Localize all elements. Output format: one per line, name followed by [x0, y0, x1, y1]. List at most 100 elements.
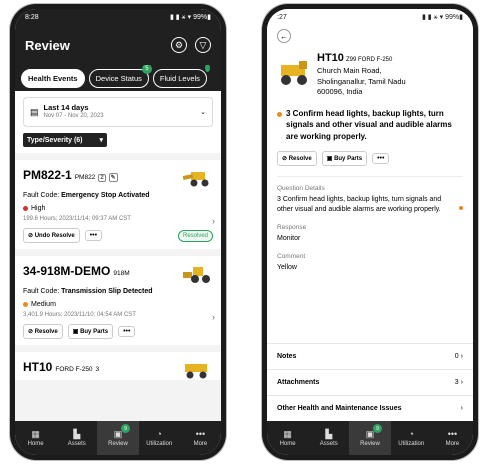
comment-value: Yellow [277, 264, 297, 272]
equipment-id: PM822-1 [23, 168, 72, 182]
nav-review[interactable]: ▣ 9 Review [97, 421, 139, 455]
phone-right: :27 ▮ ▮ ⚹ ▾ 99%▮ ← HT10 Z99 FORD F-250 C… [262, 4, 478, 460]
undo-resolve-button[interactable]: ⊘ Undo Resolve [23, 228, 80, 243]
button-label: Resolve [34, 329, 58, 335]
severity-dot [23, 206, 28, 211]
resolved-badge: Resolved [177, 230, 213, 242]
attachments-row[interactable]: Attachments 3 › [267, 369, 473, 395]
fault-label: Fault Code: [23, 192, 60, 199]
other-issues-row[interactable]: Other Health and Maintenance Issues › [267, 395, 473, 421]
type-severity-filter[interactable]: Type/Severity (6) ▾ [23, 133, 107, 147]
count-badge [204, 65, 210, 72]
filters: ▤ Last 14 days Nov 07 - Nov 20, 2023 ⌄ T… [15, 91, 221, 153]
severity-label: High [31, 205, 46, 212]
bottom-nav: ▦ Home ▙ Assets ▣ 9 Review ◔ Utilization ••• M… [15, 421, 221, 455]
undo-icon: ⊘ [28, 233, 34, 239]
home-icon: ▦ [283, 428, 292, 439]
resolve-button[interactable]: ⊘ Resolve [277, 150, 317, 166]
more-icon: ••• [447, 428, 458, 439]
status-icons: ▮ ▮ ⚹ ▾ 99%▮ [421, 13, 463, 21]
status-icons: ▮ ▮ ⚹ ▾ 99%▮ [169, 13, 211, 21]
status-bar: 8:28 ▮ ▮ ⚹ ▾ 99%▮ [15, 9, 221, 25]
review-screen: 8:28 ▮ ▮ ⚹ ▾ 99%▮ Review ⚙ ▽ Health Even… [15, 9, 221, 455]
severity-label: Medium [31, 301, 56, 308]
nav-label: Assets [319, 440, 338, 447]
nav-more[interactable]: ••• More [432, 428, 473, 447]
row-count: 3 [454, 379, 459, 386]
event-card[interactable]: 34-918M-DEMO 918M Fault Code: Transmissio… [15, 256, 221, 345]
date-range-title: Last 14 days [43, 103, 89, 113]
nav-home[interactable]: ▦ Home [15, 429, 56, 447]
nav-label: More [193, 440, 208, 447]
filter-icon[interactable]: ▽ [195, 37, 211, 53]
tab-label: Fluid Levels [159, 73, 200, 83]
event-card[interactable]: PM822-1 PM822 2 ✎ Fault Code: Emergency Sto… [15, 160, 221, 249]
nav-label: Utilization [398, 440, 425, 447]
fault-label: Fault Code: [23, 288, 60, 295]
buy-parts-button[interactable]: ▣ Buy Parts [67, 324, 114, 339]
equipment-model: 918M [113, 270, 130, 277]
gauge-icon: ◔ [156, 428, 162, 439]
address-line: 600096, India [317, 87, 363, 97]
response-label: Response [277, 223, 307, 231]
date-range-selector[interactable]: ▤ Last 14 days Nov 07 - Nov 20, 2023 ⌄ [23, 97, 213, 127]
nav-review[interactable]: ▣ 9 Review [349, 421, 391, 455]
hours-timestamp: 199.6 Hours; 2023/11/14; 09:37 AM CST [23, 216, 131, 222]
nav-home[interactable]: ▦ Home [267, 428, 308, 447]
buy-parts-button[interactable]: ▣ Buy Parts [321, 150, 368, 166]
more-options-button[interactable]: ••• [84, 230, 103, 241]
check-icon: ⊘ [28, 329, 34, 335]
severity-dot [277, 111, 282, 117]
nav-assets[interactable]: ▙ Assets [308, 428, 349, 447]
bottom-nav: ▦ Home ▙ Assets ▣ 9 Review ◔ Utilization ••• M… [267, 421, 473, 455]
tab-health-events[interactable]: Health Events [21, 68, 85, 88]
row-count: 0 [454, 353, 459, 360]
tab-fluid-levels[interactable]: Fluid Levels [152, 65, 210, 88]
more-options-button[interactable]: ••• [372, 152, 390, 164]
chevron-down-icon: ▾ [99, 137, 103, 144]
button-label: Resolve [288, 155, 312, 162]
status-time: 8:28 [25, 13, 39, 21]
tab-label: Device Status [95, 73, 142, 83]
chevron-right-icon: › [460, 405, 463, 412]
fault-code: Emergency Stop Activated [61, 192, 150, 199]
gauge-icon: ◔ [408, 428, 414, 439]
more-icon: ••• [195, 428, 206, 439]
tab-bar: Health Events Device Status 5 Fluid Level… [15, 65, 221, 91]
resolve-button[interactable]: ⊘ Resolve [23, 324, 63, 339]
nav-more[interactable]: ••• More [180, 428, 221, 447]
machine-image [281, 61, 307, 85]
assets-icon: ▙ [325, 428, 333, 439]
gear-icon[interactable]: ⚙ [171, 37, 187, 53]
button-label: Buy Parts [334, 155, 363, 162]
nav-label: Review [108, 440, 128, 447]
chevron-down-icon: ⌄ [200, 109, 206, 116]
more-options-button[interactable]: ••• [118, 326, 136, 337]
cart-icon: ▣ [326, 155, 333, 162]
equipment-id: HT10 [23, 360, 53, 374]
chevron-right-icon: › [212, 312, 215, 322]
nav-label: Assets [67, 440, 86, 447]
equipment-model: FORD F-250 [55, 366, 93, 373]
comment-label: Comment [277, 253, 306, 261]
event-card[interactable]: HT10 FORD F-250 3 [15, 352, 221, 380]
notes-row[interactable]: Notes 0 › [267, 343, 473, 369]
nav-assets[interactable]: ▙ Assets [56, 428, 97, 447]
assets-icon: ▙ [73, 428, 81, 439]
hours-timestamp: 3,401.9 Hours; 2023/11/10; 04:54 AM CST [23, 312, 136, 318]
response-value: Monitor [277, 234, 301, 242]
nav-utilization[interactable]: ◔ Utilization [139, 428, 180, 447]
page-title: Review [25, 37, 70, 53]
nav-badge: 9 [121, 424, 130, 433]
nav-label: More [445, 440, 460, 447]
event-detail-screen: :27 ▮ ▮ ⚹ ▾ 99%▮ ← HT10 Z99 FORD F-250 C… [267, 9, 473, 455]
cart-icon: ▣ [72, 329, 79, 335]
nav-badge: 9 [373, 424, 382, 433]
chevron-right-icon: › [212, 216, 215, 226]
tab-device-status[interactable]: Device Status 5 [88, 65, 152, 88]
nav-utilization[interactable]: ◔ Utilization [391, 428, 432, 447]
back-arrow-icon[interactable]: ← [277, 29, 291, 43]
question-details-label: Question Details [277, 184, 325, 192]
chevron-right-icon: › [460, 379, 463, 386]
address-line: Sholinganallur, Tamil Nadu [317, 76, 406, 86]
